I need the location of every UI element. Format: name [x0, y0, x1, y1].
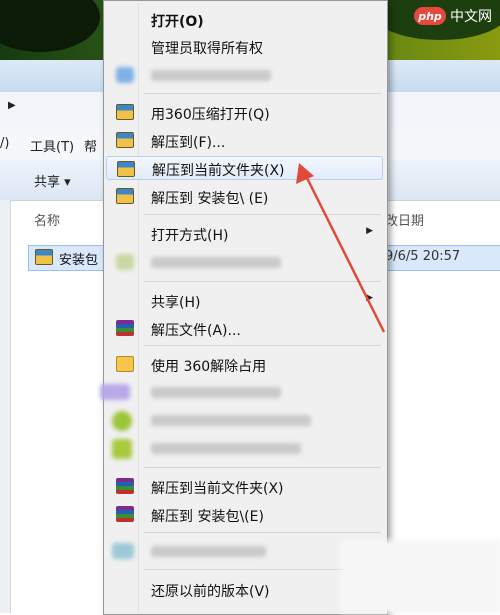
file-name: 安装包: [59, 253, 99, 268]
menu-item-view-fragment[interactable]: /): [0, 136, 9, 151]
menu-item-redacted[interactable]: [100, 380, 383, 404]
menu-item-redacted[interactable]: [106, 250, 383, 274]
archive-file-icon: [35, 249, 53, 265]
file-date: 9/6/5 20:57: [385, 249, 461, 264]
360-archive-icon: [117, 161, 135, 177]
menu-item-label: 解压到当前文件夹(X): [151, 481, 284, 497]
redacted-region: [340, 540, 500, 613]
menu-item-label: 打开方式(H): [151, 228, 229, 244]
menu-item-label: 用360压缩打开(Q): [151, 107, 270, 123]
menu-item-label: 管理员取得所有权: [151, 41, 263, 57]
menu-item-open[interactable]: 打开(O): [106, 7, 383, 31]
site-watermark: php 中文网: [414, 6, 492, 26]
menu-item-take-ownership[interactable]: 管理员取得所有权: [106, 34, 383, 58]
navigation-pane-scrollbar[interactable]: [0, 200, 11, 613]
unlock-icon: [116, 356, 134, 372]
redacted-icon: [100, 384, 130, 400]
redacted-icon: [112, 543, 134, 559]
menu-item-redacted[interactable]: [106, 63, 383, 87]
menu-separator: [144, 281, 381, 282]
redacted-label: [151, 70, 271, 81]
menu-item-label: 解压文件(A)...: [151, 323, 241, 339]
wallpaper-shape: [0, 0, 100, 52]
menu-item-open-with[interactable]: 打开方式(H) ▶: [106, 221, 383, 245]
submenu-arrow-icon: ▶: [366, 226, 373, 236]
winrar-icon: [116, 506, 134, 522]
360-archive-icon: [116, 132, 134, 148]
menu-item-label: 还原以前的版本(V): [151, 584, 270, 600]
menu-separator: [144, 345, 381, 346]
share-button[interactable]: 共享 ▾: [34, 171, 71, 190]
submenu-arrow-icon: ▶: [366, 293, 373, 303]
column-date-header[interactable]: 改日期: [385, 210, 424, 229]
column-name-header[interactable]: 名称: [34, 210, 60, 229]
redacted-label: [151, 387, 281, 398]
menu-separator: [144, 532, 381, 533]
redacted-icon: [112, 439, 132, 459]
watermark-text: 中文网: [450, 9, 492, 25]
context-menu: 打开(O) 管理员取得所有权 用360压缩打开(Q) 解压到(F)... 解压到…: [100, 0, 388, 615]
menu-item-extract-to[interactable]: 解压到(F)...: [106, 128, 383, 152]
redacted-icon: [112, 411, 132, 431]
redacted-label: [151, 546, 266, 557]
redacted-label: [151, 257, 281, 268]
redacted-label: [151, 415, 311, 426]
redacted-label: [151, 443, 301, 454]
menu-item-label: 解压到(F)...: [151, 135, 226, 151]
menu-item-share[interactable]: 共享(H) ▶: [106, 288, 383, 312]
menu-separator: [144, 214, 381, 215]
redacted-icon: [116, 67, 134, 83]
menu-item-label: 打开(O): [151, 14, 204, 30]
menu-item-extract-here[interactable]: 解压到当前文件夹(X): [106, 156, 383, 180]
menu-item-label: 共享(H): [151, 295, 201, 311]
menu-item-winrar-extract-here[interactable]: 解压到当前文件夹(X): [106, 474, 383, 498]
menu-item-label: 解压到 安装包\(E): [151, 509, 264, 525]
menu-item-label: 解压到当前文件夹(X): [152, 163, 285, 179]
360-archive-icon: [116, 188, 134, 204]
menu-item-redacted[interactable]: [106, 436, 383, 460]
menu-item-redacted[interactable]: [106, 408, 383, 432]
360-archive-icon: [116, 104, 134, 120]
redacted-icon: [116, 254, 134, 270]
menu-item-extract-files[interactable]: 解压文件(A)...: [106, 316, 383, 340]
menu-item-label: 解压到 安装包\ (E): [151, 191, 269, 207]
menu-item-360-unlock[interactable]: 使用 360解除占用: [106, 352, 383, 376]
menu-item-winrar-extract-to-folder[interactable]: 解压到 安装包\(E): [106, 502, 383, 526]
menu-item-tools[interactable]: 工具(T): [30, 136, 74, 155]
menu-separator: [144, 467, 381, 468]
menu-item-label: 使用 360解除占用: [151, 359, 267, 375]
menu-separator: [144, 93, 381, 94]
winrar-icon: [116, 478, 134, 494]
breadcrumb-arrow-icon[interactable]: ▶: [8, 100, 16, 111]
menu-item-help-fragment[interactable]: 帮: [84, 136, 97, 155]
menu-item-open-with-360zip[interactable]: 用360压缩打开(Q): [106, 100, 383, 124]
menu-item-extract-to-folder[interactable]: 解压到 安装包\ (E): [106, 184, 383, 208]
winrar-icon: [116, 320, 134, 336]
php-logo: php: [414, 7, 446, 25]
